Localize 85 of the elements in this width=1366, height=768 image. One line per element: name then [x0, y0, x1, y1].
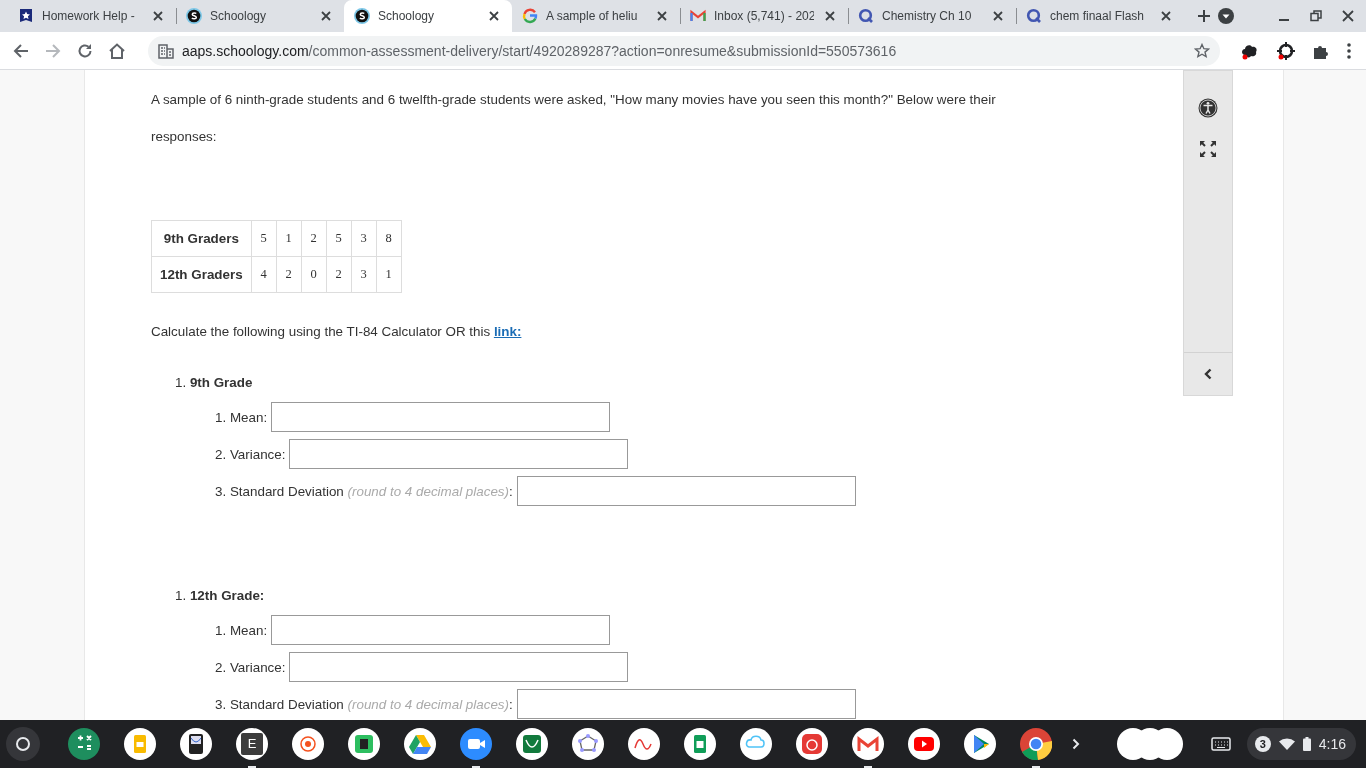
- graph-icon[interactable]: [516, 728, 548, 760]
- table-cell: 1: [376, 256, 402, 293]
- field-label: 1. Mean:: [215, 622, 268, 638]
- chevron-icon: [1204, 368, 1212, 380]
- field-label: 2. Variance:: [215, 446, 286, 462]
- chevron-icon[interactable]: [1072, 738, 1080, 750]
- table-cell: 0: [301, 256, 327, 293]
- browser-tab[interactable]: Chemistry Ch 10: [848, 0, 1016, 32]
- browser-tab[interactable]: Schoology: [176, 0, 344, 32]
- shield-icon: [18, 8, 34, 24]
- answer-field[interactable]: [289, 652, 629, 682]
- answer-field[interactable]: [516, 476, 856, 506]
- restore-icon[interactable]: [1310, 10, 1322, 22]
- battery-icon: [1302, 737, 1311, 751]
- close-icon[interactable]: [1342, 10, 1354, 22]
- fullscreen-icon[interactable]: [1199, 140, 1217, 158]
- notification-count: 3: [1254, 736, 1271, 752]
- mail-icon: [690, 8, 706, 24]
- extension-icon[interactable]: [1276, 40, 1296, 61]
- plus-icon[interactable]: [1196, 8, 1212, 24]
- browser-tab[interactable]: Homework Help -: [8, 0, 176, 32]
- field-label: 1. Mean:: [215, 409, 268, 425]
- section-heading: 1. 12th Grade:: [175, 588, 266, 604]
- calculator-link[interactable]: link:: [493, 324, 522, 339]
- table-cell: 2: [326, 256, 352, 293]
- table-cell: 4: [251, 256, 277, 293]
- target-icon[interactable]: [292, 728, 324, 760]
- drive-icon[interactable]: [404, 728, 436, 760]
- answer-field[interactable]: [289, 439, 629, 469]
- table-cell: 2: [276, 256, 302, 293]
- back-icon[interactable]: [12, 41, 30, 60]
- launcher-icon[interactable]: [6, 727, 40, 761]
- row-header: 9th Graders: [151, 220, 252, 257]
- video-camera-icon[interactable]: [460, 728, 492, 760]
- row-header: 12th Graders: [151, 256, 252, 293]
- wifi-icon: [1278, 738, 1295, 750]
- table-cell: 3: [351, 220, 377, 257]
- building-icon: [158, 42, 174, 59]
- logo-icon: [354, 8, 370, 24]
- table-cell: 1: [276, 220, 302, 257]
- logo-icon: [186, 8, 202, 24]
- clock-time: 4:16: [1318, 736, 1346, 752]
- status-area[interactable]: 3 4:16: [1246, 728, 1356, 760]
- browser-tab[interactable]: Schoology: [344, 0, 512, 32]
- polygon-icon[interactable]: [572, 728, 604, 760]
- graphing-calculator-icon[interactable]: [180, 728, 212, 760]
- mail-icon[interactable]: [852, 728, 884, 760]
- answer-field[interactable]: [516, 689, 856, 719]
- wave-icon[interactable]: [628, 728, 660, 760]
- cloud-icon[interactable]: [740, 728, 772, 760]
- address-bar[interactable]: aaps.schoology.com/common-assessment-delivery/start/4920289287?action=onresume&submissionId=550573616: [148, 35, 1220, 66]
- field-label: 3. Standard Deviation (round to 4 decimal places):: [215, 483, 513, 499]
- question-text: A sample of 6 ninth-grade students and 6 twelfth-grade students were asked, "How many movies have you seen this month?" Below were their responses:: [151, 91, 997, 146]
- browser-tab[interactable]: Inbox (5,741) - 202: [680, 0, 848, 32]
- menu-icon[interactable]: [1346, 41, 1352, 60]
- table-cell: 2: [301, 220, 327, 257]
- play-icon[interactable]: [908, 728, 940, 760]
- phone-hub-icon[interactable]: [1116, 728, 1183, 760]
- reload-icon[interactable]: [76, 41, 94, 60]
- browser-tab[interactable]: chem finaal Flash: [1016, 0, 1184, 32]
- table-cell: 3: [351, 256, 377, 293]
- spreadsheet-icon[interactable]: [684, 728, 716, 760]
- section-heading: 1. 9th Grade: [175, 375, 254, 391]
- calculator-icon[interactable]: [68, 728, 100, 760]
- play-store-icon[interactable]: [964, 728, 996, 760]
- chrome-icon[interactable]: [1020, 728, 1052, 760]
- answer-field[interactable]: [271, 615, 611, 645]
- slides-icon[interactable]: [124, 728, 156, 760]
- answer-field[interactable]: [271, 402, 611, 432]
- field-label: 2. Variance:: [215, 659, 286, 675]
- logo-icon: [858, 8, 874, 24]
- accessibility-icon[interactable]: [1198, 98, 1218, 118]
- logo-icon: [1026, 8, 1042, 24]
- app-tile[interactable]: E: [241, 733, 263, 755]
- instruction-text: Calculate the following using the TI-84 Calculator OR this link:: [151, 323, 523, 341]
- browser-tab[interactable]: A sample of heliu: [512, 0, 680, 32]
- star-icon[interactable]: [1194, 42, 1210, 59]
- field-label: 3. Standard Deviation (round to 4 decimal places):: [215, 696, 513, 712]
- keyboard-icon[interactable]: [1210, 737, 1231, 751]
- dropdown-icon[interactable]: [1218, 8, 1234, 24]
- table-cell: 5: [326, 220, 352, 257]
- logo-icon: [522, 8, 538, 24]
- table-cell: 5: [251, 220, 277, 257]
- table-cell: 8: [376, 220, 402, 257]
- home-icon[interactable]: [108, 41, 126, 60]
